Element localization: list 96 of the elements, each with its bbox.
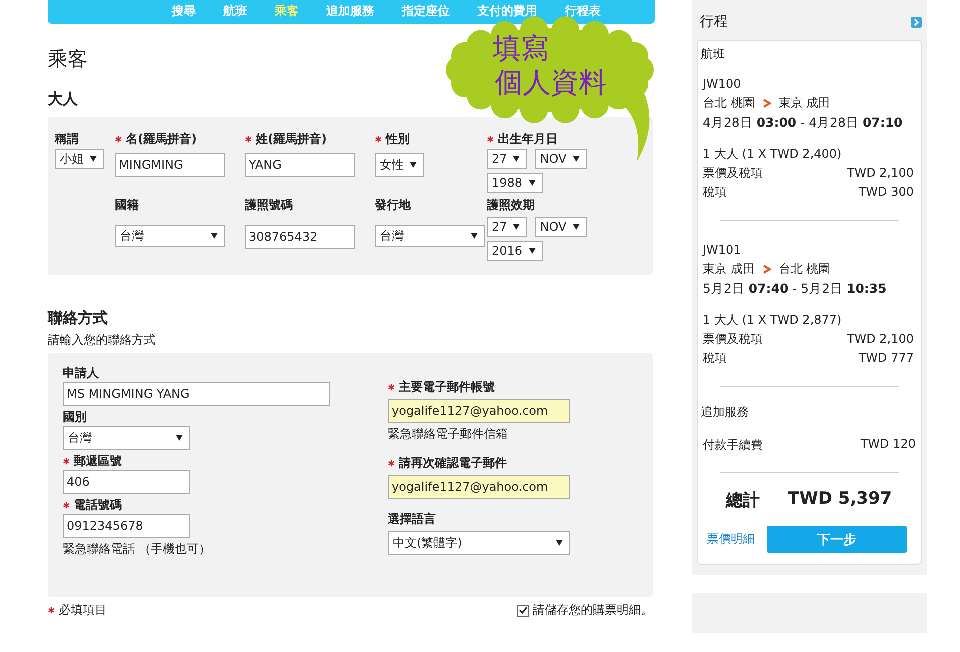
fare-label: 稅項 [703, 184, 727, 201]
dropdown[interactable]: 女性 [375, 153, 424, 177]
checkbox-label: 請儲存您的購票明細。 [533, 602, 653, 619]
asterisk-icon [115, 136, 122, 142]
dropdown[interactable]: NOV [535, 217, 587, 237]
passenger-fare: 1 大人 (1 X TWD 2,400) [703, 146, 843, 163]
field-label: 申請人 [63, 365, 99, 381]
fare-amount: TWD 2,100 [847, 331, 914, 348]
callout-text: 填寫 個人資料 [493, 32, 607, 100]
fare-label: 付款手續費 [703, 437, 763, 454]
field-label: 性別 [386, 131, 410, 147]
fare-details-link[interactable]: 票價明細 [707, 531, 755, 548]
card-subheader: 追加服務 [700, 404, 750, 421]
caret-icon [211, 233, 218, 239]
page-title: 乘客 [48, 46, 88, 72]
fare-amount: TWD 120 [860, 437, 916, 453]
route-origin: 台北 桃園 [703, 95, 755, 112]
dropdown[interactable]: 台灣 [115, 225, 225, 247]
dropdown[interactable]: 27 [487, 149, 528, 169]
asterisk-icon [48, 606, 55, 614]
dropdown[interactable]: 2016 [487, 241, 543, 261]
asterisk-icon [388, 384, 395, 390]
input-field[interactable]: 308765432 [245, 225, 355, 249]
dropdown[interactable]: 台灣 [375, 225, 485, 247]
total-amount: TWD 5,397 [788, 489, 892, 511]
caret-icon [471, 233, 478, 239]
field-label: 發行地 [375, 197, 411, 213]
field-label: 護照號碼 [245, 197, 293, 213]
card-subheader: 航班 [700, 46, 726, 63]
caret-icon [556, 540, 563, 546]
flight-code: JW100 [703, 76, 742, 93]
fare-amount: TWD 300 [858, 184, 914, 201]
email-field[interactable]: yogalife1127@yahoo.com [388, 475, 570, 499]
input-field[interactable]: 0912345678 [63, 514, 190, 538]
dropdown[interactable]: 27 [487, 217, 528, 237]
fare-amount: TWD 2,100 [847, 165, 914, 182]
field-label: 國籍 [115, 197, 139, 213]
caret-icon [572, 156, 580, 162]
total-label: 總計 [726, 490, 760, 512]
dropdown[interactable]: 小姐 [55, 149, 104, 169]
field-hint: 緊急聯絡電話 （手機也可） [63, 541, 212, 558]
asterisk-icon [63, 502, 70, 508]
passenger-fare: 1 大人 (1 X TWD 2,877) [703, 312, 843, 329]
dropdown[interactable]: 台灣 [63, 426, 190, 450]
field-label: 電話號碼 [74, 497, 122, 513]
dropdown[interactable]: 1988 [487, 173, 543, 193]
caret-icon [528, 180, 536, 186]
email-field[interactable]: yogalife1127@yahoo.com [388, 399, 570, 423]
flight-code: JW101 [703, 242, 742, 259]
field-label: 選擇語言 [388, 511, 436, 527]
asterisk-icon [63, 458, 70, 464]
input-field[interactable]: MINGMING [115, 153, 225, 177]
input-field[interactable]: YANG [245, 153, 355, 177]
field-label: 稱謂 [55, 131, 79, 147]
input-field[interactable]: MS MINGMING YANG [63, 382, 330, 406]
flight-times: 5月2日 07:40 - 5月2日 10:35 [703, 280, 888, 298]
section-title: 大人 [48, 90, 78, 109]
field-label: 郵遞區號 [74, 453, 122, 469]
caret-icon [513, 224, 520, 230]
route-destination: 台北 桃園 [778, 261, 831, 278]
required-note: 必填項目 [59, 602, 107, 618]
asterisk-icon [375, 136, 382, 142]
caret-icon [410, 162, 417, 168]
asterisk-icon [388, 460, 395, 466]
field-label: 主要電子郵件帳號 [399, 379, 495, 395]
fare-label: 稅項 [703, 350, 727, 367]
field-label: 國別 [63, 409, 87, 425]
input-field[interactable]: 406 [63, 470, 190, 494]
fare-amount: TWD 777 [858, 350, 914, 367]
caret-icon [90, 156, 97, 162]
section-title: 聯絡方式 [48, 309, 108, 328]
caret-icon [176, 435, 183, 441]
chevron-right-icon [762, 99, 771, 108]
asterisk-icon [245, 136, 252, 142]
field-label: 名(羅馬拼音) [126, 131, 197, 147]
field-label: 出生年月日 [498, 131, 558, 147]
fare-label: 票價及稅項 [703, 331, 763, 348]
checkbox[interactable] [517, 604, 529, 616]
field-hint: 緊急聯絡電子郵件信箱 [388, 426, 509, 443]
asterisk-icon [487, 136, 494, 142]
dropdown[interactable]: 中文(繁體字) [388, 531, 570, 555]
field-label: 請再次確認電子郵件 [399, 455, 507, 471]
caret-icon [528, 248, 536, 254]
chevron-right-icon [762, 265, 771, 274]
route-origin: 東京 成田 [703, 261, 755, 278]
caret-icon [572, 224, 580, 230]
flight-times: 4月28日 03:00 - 4月28日 07:10 [703, 114, 904, 132]
field-label: 護照效期 [487, 197, 535, 213]
section-subtitle: 請輸入您的聯絡方式 [48, 332, 157, 349]
caret-icon [513, 156, 520, 162]
route-destination: 東京 成田 [778, 95, 831, 112]
field-label: 姓(羅馬拼音) [256, 131, 327, 147]
dropdown[interactable]: NOV [535, 149, 587, 169]
fare-label: 票價及稅項 [703, 165, 763, 182]
chevron-right-icon[interactable] [911, 16, 922, 28]
panel-title: 行程 [700, 13, 728, 31]
